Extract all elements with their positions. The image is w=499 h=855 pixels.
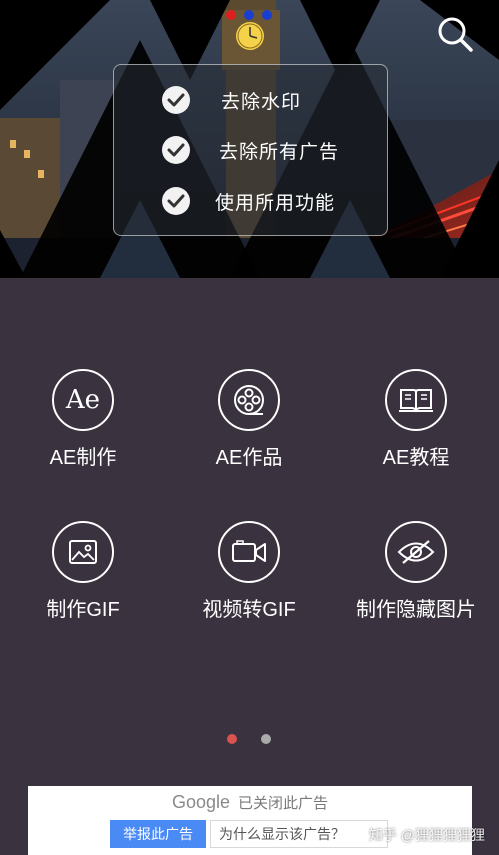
image-icon: [52, 521, 114, 583]
checkmark-icon: [162, 187, 190, 215]
ad-closed-title: Google 已关闭此广告: [28, 792, 472, 813]
tool-label: 制作隐藏图片: [356, 599, 476, 621]
premium-features-box[interactable]: 去除水印 去除所有广告 使用所用功能: [113, 64, 388, 236]
tool-ae-works[interactable]: AE作品: [166, 369, 332, 470]
feature-label: 使用所用功能: [215, 192, 336, 214]
tool-label: AE制作: [49, 447, 117, 469]
banner-dot: [262, 10, 272, 20]
feature-row: 去除所有广告: [162, 134, 339, 166]
watermark: 知乎 @狸狸狸狸狸: [368, 827, 485, 843]
tool-label: AE作品: [215, 447, 283, 469]
report-ad-button[interactable]: 举报此广告: [110, 820, 206, 848]
tool-hidden-image[interactable]: 制作隐藏图片: [333, 521, 499, 622]
why-this-ad-button[interactable]: 为什么显示该广告？: [210, 820, 388, 848]
tool-ae-tutorials[interactable]: AE教程: [333, 369, 499, 470]
page-indicator: [227, 734, 271, 744]
video-camera-icon: [218, 521, 280, 583]
tool-label: 制作GIF: [46, 599, 120, 621]
page-dot[interactable]: [261, 734, 271, 744]
tool-ae-make[interactable]: Ae AE制作: [0, 369, 166, 470]
checkmark-icon: [162, 136, 190, 164]
search-button[interactable]: [435, 14, 475, 54]
feature-row: 使用所用功能: [162, 185, 335, 217]
tool-make-gif[interactable]: 制作GIF: [0, 521, 166, 622]
feature-label: 去除所有广告: [219, 141, 340, 163]
ae-logo-icon: Ae: [52, 369, 114, 431]
tool-video-to-gif[interactable]: 视频转GIF: [166, 521, 332, 622]
banner-dot: [226, 10, 236, 20]
film-reel-icon: [218, 369, 280, 431]
search-icon: [438, 17, 473, 52]
google-logo: Google: [171, 792, 231, 812]
tool-label: AE教程: [382, 447, 450, 469]
checkmark-icon: [162, 86, 190, 114]
eye-off-icon: [385, 521, 447, 583]
ad-closed-text: 已关闭此广告: [238, 795, 329, 812]
promo-banner: 去除水印 去除所有广告 使用所用功能: [0, 0, 499, 278]
tool-label: 视频转GIF: [202, 599, 296, 621]
feature-row: 去除水印: [162, 84, 301, 116]
page-dot-active[interactable]: [227, 734, 237, 744]
banner-carousel-dots: [226, 10, 272, 20]
open-book-icon: [385, 369, 447, 431]
banner-dot: [244, 10, 254, 20]
feature-label: 去除水印: [221, 91, 302, 113]
